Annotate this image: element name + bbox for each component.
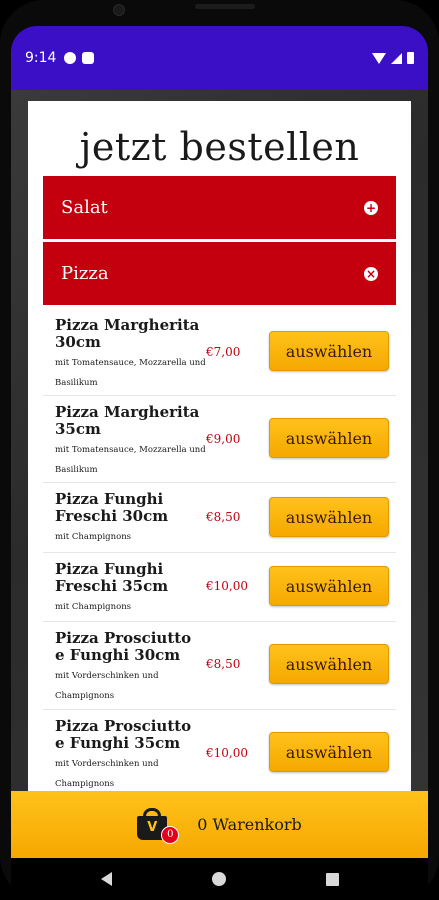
app-screen: jetzt bestellen Salat + Pizza × Pizza Ma… bbox=[11, 90, 428, 858]
select-button[interactable]: auswählen bbox=[269, 497, 389, 537]
item-name: Pizza Prosciutto e Funghi 35cm bbox=[55, 717, 192, 752]
top-bezel bbox=[0, 0, 439, 26]
menu-item: Pizza Margherita 35cm mit Tomatensauce, … bbox=[43, 396, 396, 483]
select-button[interactable]: auswählen bbox=[269, 732, 389, 772]
menu-item: Pizza Funghi Freschi 35cm mit Champignon… bbox=[43, 553, 396, 622]
recent-apps-icon[interactable] bbox=[325, 872, 339, 886]
speaker-grille bbox=[195, 4, 255, 9]
item-price: €9,00 bbox=[206, 432, 241, 446]
cart-count-badge: 0 bbox=[161, 825, 180, 844]
phone-frame: 9:14 jetzt bestellen Salat + Pizza × Piz… bbox=[0, 0, 439, 900]
item-name: Pizza Funghi Freschi 35cm bbox=[55, 560, 169, 595]
home-icon[interactable] bbox=[211, 872, 226, 886]
category-label: Pizza bbox=[61, 263, 109, 284]
category-pizza[interactable]: Pizza × bbox=[43, 242, 396, 305]
category-label: Salat bbox=[61, 197, 108, 218]
category-salat[interactable]: Salat + bbox=[43, 176, 396, 239]
menu-item: Pizza Margherita 30cm mit Tomatensauce, … bbox=[43, 309, 396, 396]
item-price: €7,00 bbox=[206, 345, 241, 359]
item-price: €8,50 bbox=[206, 657, 241, 671]
back-icon[interactable] bbox=[100, 872, 112, 886]
status-time: 9:14 bbox=[25, 50, 57, 66]
item-name: Pizza Funghi Freschi 30cm bbox=[55, 490, 169, 525]
item-name: Pizza Prosciutto e Funghi 30cm bbox=[55, 629, 192, 664]
page-title: jetzt bestellen bbox=[79, 125, 360, 169]
item-price: €10,00 bbox=[206, 746, 248, 760]
item-description: mit Champignons bbox=[55, 532, 132, 542]
wifi-icon bbox=[372, 52, 386, 64]
item-price: €10,00 bbox=[206, 579, 248, 593]
shopping-basket-icon[interactable]: V 0 bbox=[137, 807, 180, 844]
cart-bar[interactable]: V 0 0 Warenkorb bbox=[11, 791, 428, 858]
select-button[interactable]: auswählen bbox=[269, 331, 389, 371]
item-description: mit Vorderschinken und Champignons bbox=[55, 671, 159, 701]
status-indicators bbox=[372, 52, 414, 64]
select-button[interactable]: auswählen bbox=[269, 644, 389, 684]
item-description: mit Tomatensauce, Mozzarella und Basilik… bbox=[55, 445, 206, 475]
item-price: €8,50 bbox=[206, 510, 241, 524]
signal-icon bbox=[391, 52, 402, 64]
notification-icon bbox=[64, 52, 77, 64]
plus-circle-icon[interactable]: + bbox=[364, 200, 378, 215]
basket-logo: V bbox=[147, 819, 158, 835]
menu-item: Pizza Funghi Freschi 30cm mit Champignon… bbox=[43, 483, 396, 553]
system-nav-bar bbox=[11, 858, 428, 900]
item-name: Pizza Margherita 30cm bbox=[55, 316, 200, 351]
order-card: jetzt bestellen Salat + Pizza × Pizza Ma… bbox=[28, 101, 411, 858]
select-button[interactable]: auswählen bbox=[269, 418, 389, 458]
status-bar: 9:14 bbox=[11, 26, 428, 90]
item-description: mit Vorderschinken und Champignons bbox=[55, 759, 159, 789]
sd-card-icon bbox=[82, 52, 95, 64]
cart-label[interactable]: 0 Warenkorb bbox=[197, 815, 302, 834]
camera-icon bbox=[113, 4, 125, 16]
item-description: mit Tomatensauce, Mozzarella und Basilik… bbox=[55, 358, 206, 388]
menu-item: Pizza Prosciutto e Funghi 30cm mit Vorde… bbox=[43, 622, 396, 710]
menu-item: Pizza Prosciutto e Funghi 35cm mit Vorde… bbox=[43, 710, 396, 798]
item-name: Pizza Margherita 35cm bbox=[55, 403, 200, 438]
close-circle-icon[interactable]: × bbox=[364, 266, 378, 281]
menu-item-list: Pizza Margherita 30cm mit Tomatensauce, … bbox=[43, 309, 396, 798]
battery-icon bbox=[407, 52, 414, 64]
select-button[interactable]: auswählen bbox=[269, 566, 389, 606]
item-description: mit Champignons bbox=[55, 602, 132, 612]
